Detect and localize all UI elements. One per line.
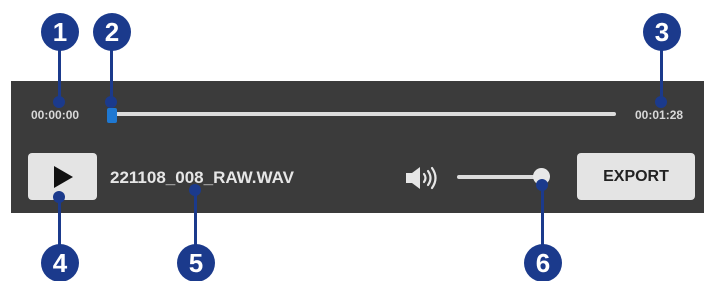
callout-6-line	[541, 184, 544, 250]
current-time: 00:00:00	[31, 108, 80, 122]
file-name: 221108_008_RAW.WAV	[110, 168, 294, 187]
callout-1-pointer	[53, 96, 65, 108]
callout-5-line	[194, 188, 197, 250]
callout-4-pointer	[53, 191, 65, 203]
callout-5-pointer	[189, 184, 201, 196]
callout-6-pointer	[536, 179, 548, 191]
callout-2-badge: 2	[93, 13, 131, 51]
callout-5-badge: 5	[177, 244, 215, 281]
callout-2-pointer	[105, 96, 117, 108]
seek-bar[interactable]	[108, 112, 616, 116]
audio-player-figure: 00:00:00 00:01:28 221108_008_RAW.WAV EXP…	[0, 0, 705, 281]
volume-slider[interactable]	[457, 175, 541, 179]
callout-1-badge: 1	[41, 13, 79, 51]
play-icon	[53, 165, 73, 188]
callout-3-pointer	[655, 96, 667, 108]
total-time: 00:01:28	[635, 108, 684, 122]
callout-3-badge: 3	[643, 13, 681, 51]
callout-4-badge: 4	[41, 244, 79, 281]
seek-handle[interactable]	[107, 108, 117, 123]
callout-6-badge: 6	[524, 244, 562, 281]
export-button[interactable]: EXPORT	[577, 153, 695, 200]
speaker-volume-icon[interactable]	[405, 165, 441, 191]
